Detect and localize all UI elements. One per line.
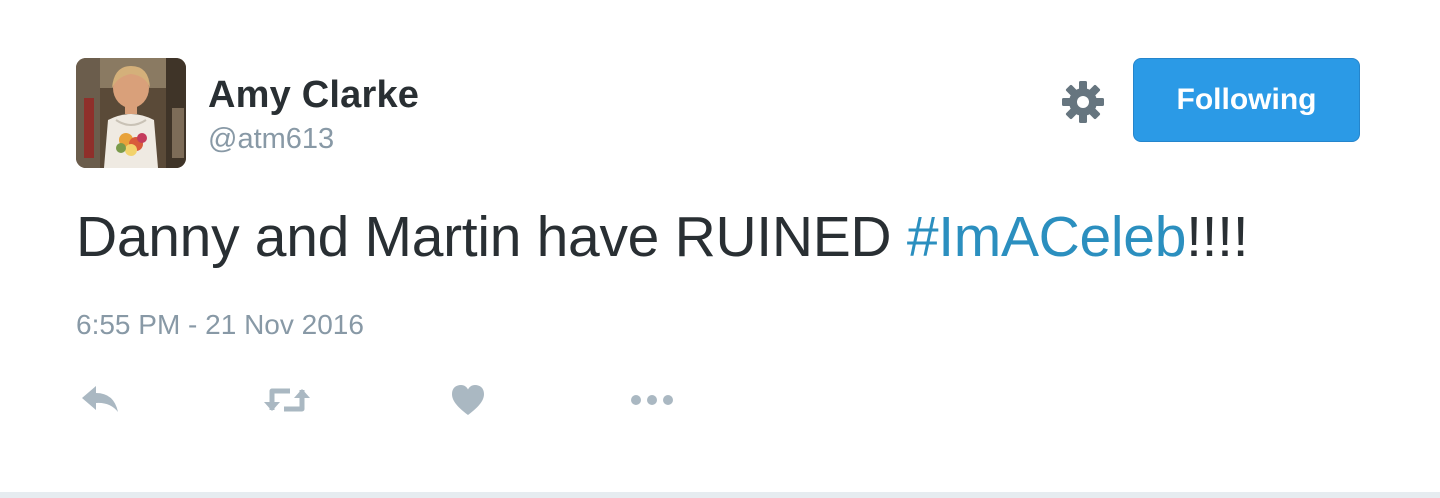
- tweet-card: Amy Clarke @atm613 Following Danny and M…: [0, 0, 1440, 492]
- more-dots-icon: [631, 395, 673, 405]
- tweet-text: Danny and Martin have RUINED #ImACeleb!!…: [76, 204, 1249, 270]
- tweet-text-body: Danny and Martin have RUINED: [76, 205, 907, 269]
- bottom-divider: [0, 492, 1440, 498]
- user-handle[interactable]: @atm613: [208, 123, 334, 156]
- hashtag-link[interactable]: #ImACeleb: [907, 205, 1187, 269]
- like-button[interactable]: [450, 380, 490, 420]
- following-button[interactable]: Following: [1133, 58, 1360, 142]
- avatar[interactable]: [76, 58, 186, 168]
- user-name[interactable]: Amy Clarke: [208, 74, 419, 117]
- gear-icon[interactable]: [1061, 80, 1105, 124]
- more-button[interactable]: [628, 380, 678, 420]
- tweet-text-end: !!!!: [1186, 205, 1249, 269]
- reply-button[interactable]: [78, 380, 122, 420]
- retweet-button[interactable]: [262, 380, 312, 420]
- retweet-icon: [264, 388, 310, 412]
- reply-icon: [82, 386, 118, 412]
- tweet-timestamp[interactable]: 6:55 PM - 21 Nov 2016: [76, 309, 364, 341]
- heart-icon: [452, 385, 484, 415]
